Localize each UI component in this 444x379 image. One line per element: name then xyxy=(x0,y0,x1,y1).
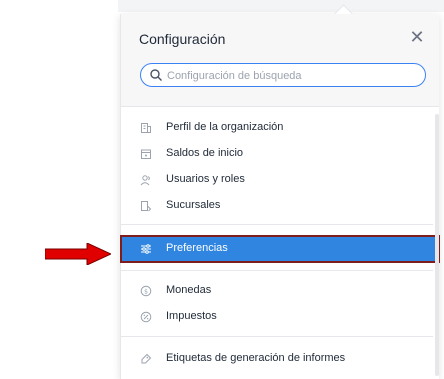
menu-item-label: Saldos de inicio xyxy=(166,147,244,159)
panel-title: Configuración xyxy=(139,31,226,47)
menu-item-branches[interactable]: Sucursales xyxy=(121,196,439,216)
calendar-icon xyxy=(141,149,151,159)
menu-item-label: Etiquetas de generación de informes xyxy=(166,352,346,364)
menu-item-organization-profile[interactable]: Perfil de la organización xyxy=(121,118,439,138)
scrollbar[interactable] xyxy=(435,114,439,376)
currency-icon: $ xyxy=(140,285,152,297)
building-icon xyxy=(141,123,151,133)
divider xyxy=(121,336,433,337)
svg-text:$: $ xyxy=(144,288,148,295)
settings-panel: Configuración ✕ Perfil de la organizació… xyxy=(120,4,440,379)
menu-item-label: Perfil de la organización xyxy=(166,121,284,133)
search-input[interactable] xyxy=(165,66,419,86)
sliders-icon xyxy=(141,244,151,254)
menu-item-label: Preferencias xyxy=(166,242,228,254)
menu-item-label: Monedas xyxy=(166,284,212,296)
menu-item-taxes[interactable]: Impuestos xyxy=(121,307,439,327)
menu-item-label: Usuarios y roles xyxy=(166,173,245,185)
users-icon xyxy=(140,175,150,186)
divider xyxy=(121,270,433,271)
tag-icon xyxy=(141,353,152,364)
menu-item-reporting-tags[interactable]: Etiquetas de generación de informes xyxy=(121,349,439,369)
menu-item-opening-balances[interactable]: Saldos de inicio xyxy=(121,144,439,164)
panel-header: Configuración ✕ xyxy=(121,14,439,107)
menu-item-currencies[interactable]: $ Monedas xyxy=(121,281,439,301)
branch-icon xyxy=(141,201,152,212)
percent-icon xyxy=(140,311,152,323)
menu-item-label: Impuestos xyxy=(166,310,217,322)
menu-item-preferences[interactable]: Preferencias xyxy=(120,235,440,263)
menu-item-users-roles[interactable]: Usuarios y roles xyxy=(121,170,439,190)
menu-item-label: Sucursales xyxy=(166,199,221,211)
background-app-bar xyxy=(118,0,444,12)
annotation-arrow xyxy=(45,243,111,265)
close-icon[interactable]: ✕ xyxy=(407,27,427,47)
search-icon xyxy=(150,69,162,81)
search-box[interactable] xyxy=(140,63,426,87)
divider xyxy=(121,224,433,225)
